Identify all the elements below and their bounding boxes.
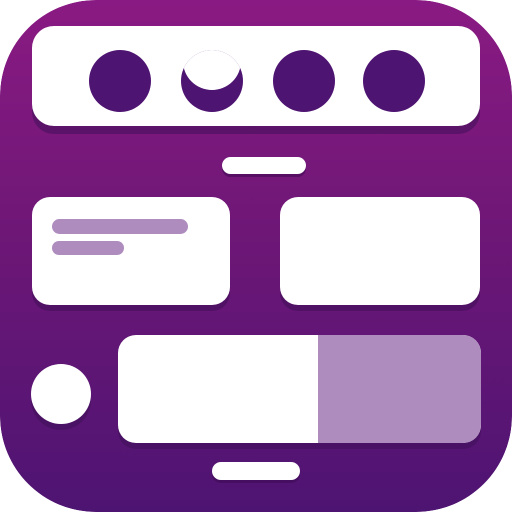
drag-handle-top[interactable] bbox=[222, 157, 306, 174]
app-icon[interactable] bbox=[0, 0, 512, 512]
tile-left-line-2 bbox=[52, 241, 124, 255]
tile-left[interactable] bbox=[32, 197, 230, 305]
tile-right[interactable] bbox=[280, 197, 480, 305]
circle-avatar-icon[interactable] bbox=[31, 364, 91, 424]
toggle-3-circle-icon[interactable] bbox=[273, 50, 335, 112]
media-slider[interactable] bbox=[118, 335, 481, 443]
tile-left-line-1 bbox=[52, 219, 188, 234]
slider-remaining-track bbox=[318, 335, 481, 443]
quick-toggle-bar[interactable] bbox=[32, 26, 480, 126]
drag-handle-bottom[interactable] bbox=[212, 462, 300, 480]
toggle-1-circle-icon[interactable] bbox=[89, 50, 151, 112]
toggle-4-circle-icon[interactable] bbox=[363, 50, 425, 112]
toggle-2-moon-eclipse-icon[interactable] bbox=[181, 50, 243, 112]
moon-highlight bbox=[183, 50, 241, 90]
